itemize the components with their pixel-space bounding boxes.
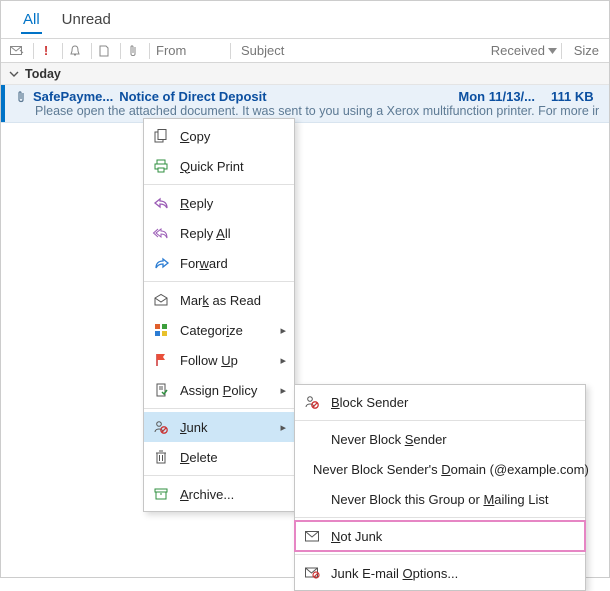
- menu-label: Categorize: [180, 323, 243, 338]
- group-label: Today: [25, 67, 61, 81]
- submenu-junk-options[interactable]: Junk E-mail Options...: [295, 558, 585, 588]
- column-headers: ! From Subject Received Size: [1, 39, 609, 63]
- menu-label: Reply All: [180, 226, 231, 241]
- message-subject: Notice of Direct Deposit: [119, 89, 266, 104]
- submenu-arrow-icon: ▸: [280, 354, 286, 367]
- sort-desc-icon: [548, 48, 557, 54]
- menu-label: Quick Print: [180, 159, 244, 174]
- group-today[interactable]: Today: [1, 63, 609, 85]
- menu-forward[interactable]: Forward: [144, 248, 294, 278]
- menu-label: Never Block this Group or Mailing List: [331, 492, 549, 507]
- menu-label: Copy: [180, 129, 210, 144]
- block-sender-icon: [303, 395, 321, 409]
- archive-icon: [152, 488, 170, 500]
- attachment-column-icon[interactable]: [125, 43, 141, 59]
- menu-label: Follow Up: [180, 353, 238, 368]
- trash-icon: [152, 450, 170, 464]
- submenu-arrow-icon: ▸: [280, 421, 286, 434]
- menu-follow-up[interactable]: Follow Up ▸: [144, 345, 294, 375]
- menu-assign-policy[interactable]: Assign Policy ▸: [144, 375, 294, 405]
- message-date: Mon 11/13/...: [458, 89, 535, 104]
- importance-icon[interactable]: !: [38, 43, 54, 59]
- menu-separator: [295, 554, 585, 555]
- reply-all-icon: [152, 227, 170, 239]
- junk-icon: [152, 420, 170, 434]
- menu-reply[interactable]: Reply: [144, 188, 294, 218]
- submenu-never-block-sender[interactable]: Never Block Sender: [295, 424, 585, 454]
- junk-options-icon: [303, 567, 321, 579]
- printer-icon: [152, 159, 170, 173]
- message-preview: Please open the attached document. It wa…: [15, 104, 599, 118]
- junk-submenu: Block Sender Never Block Sender Never Bl…: [294, 384, 586, 591]
- submenu-never-block-domain[interactable]: Never Block Sender's Domain (@example.co…: [295, 454, 585, 484]
- flag-icon: [152, 353, 170, 367]
- menu-label: Not Junk: [331, 529, 382, 544]
- menu-label: Delete: [180, 450, 218, 465]
- message-size: 111 KB: [551, 89, 599, 104]
- menu-label: Archive...: [180, 487, 234, 502]
- menu-separator: [144, 281, 294, 282]
- menu-reply-all[interactable]: Reply All: [144, 218, 294, 248]
- submenu-block-sender[interactable]: Block Sender: [295, 387, 585, 417]
- reminder-bell-icon[interactable]: [67, 43, 83, 59]
- menu-label: Forward: [180, 256, 228, 271]
- menu-separator: [144, 408, 294, 409]
- menu-label: Block Sender: [331, 395, 408, 410]
- menu-archive[interactable]: Archive...: [144, 479, 294, 509]
- envelope-icon: [303, 531, 321, 542]
- column-size[interactable]: Size: [574, 43, 599, 58]
- menu-separator: [144, 184, 294, 185]
- menu-separator: [144, 475, 294, 476]
- column-from[interactable]: From: [156, 43, 226, 58]
- policy-icon: [152, 383, 170, 397]
- menu-quick-print[interactable]: Quick Print: [144, 151, 294, 181]
- menu-label: Junk: [180, 420, 207, 435]
- tab-all[interactable]: All: [21, 7, 42, 34]
- submenu-arrow-icon: ▸: [280, 384, 286, 397]
- submenu-not-junk[interactable]: Not Junk: [295, 521, 585, 551]
- menu-copy[interactable]: Copy: [144, 121, 294, 151]
- menu-label: Never Block Sender's Domain (@example.co…: [313, 462, 589, 477]
- categories-icon: [152, 323, 170, 337]
- envelope-column-icon[interactable]: [9, 43, 25, 59]
- message-from: SafePayme...: [33, 89, 113, 104]
- menu-label: Mark as Read: [180, 293, 261, 308]
- envelope-open-icon: [152, 294, 170, 306]
- column-received[interactable]: Received: [491, 43, 557, 58]
- icon-column[interactable]: [96, 43, 112, 59]
- submenu-arrow-icon: ▸: [280, 324, 286, 337]
- forward-icon: [152, 257, 170, 269]
- tab-unread[interactable]: Unread: [60, 7, 113, 32]
- filter-tabs: All Unread: [1, 1, 609, 39]
- menu-label: Never Block Sender: [331, 432, 447, 447]
- menu-label: Reply: [180, 196, 213, 211]
- menu-categorize[interactable]: Categorize ▸: [144, 315, 294, 345]
- copy-icon: [152, 129, 170, 143]
- menu-mark-as-read[interactable]: Mark as Read: [144, 285, 294, 315]
- menu-junk[interactable]: Junk ▸: [144, 412, 294, 442]
- submenu-never-block-group[interactable]: Never Block this Group or Mailing List: [295, 484, 585, 514]
- menu-separator: [295, 517, 585, 518]
- menu-label: Junk E-mail Options...: [331, 566, 458, 581]
- menu-delete[interactable]: Delete: [144, 442, 294, 472]
- attachment-icon: [15, 90, 27, 104]
- chevron-down-icon: [9, 70, 19, 78]
- menu-separator: [295, 420, 585, 421]
- menu-label: Assign Policy: [180, 383, 257, 398]
- reply-icon: [152, 197, 170, 209]
- context-menu: Copy Quick Print Reply Reply All Forward…: [143, 118, 295, 512]
- message-row[interactable]: SafePayme... Notice of Direct Deposit Mo…: [1, 85, 609, 123]
